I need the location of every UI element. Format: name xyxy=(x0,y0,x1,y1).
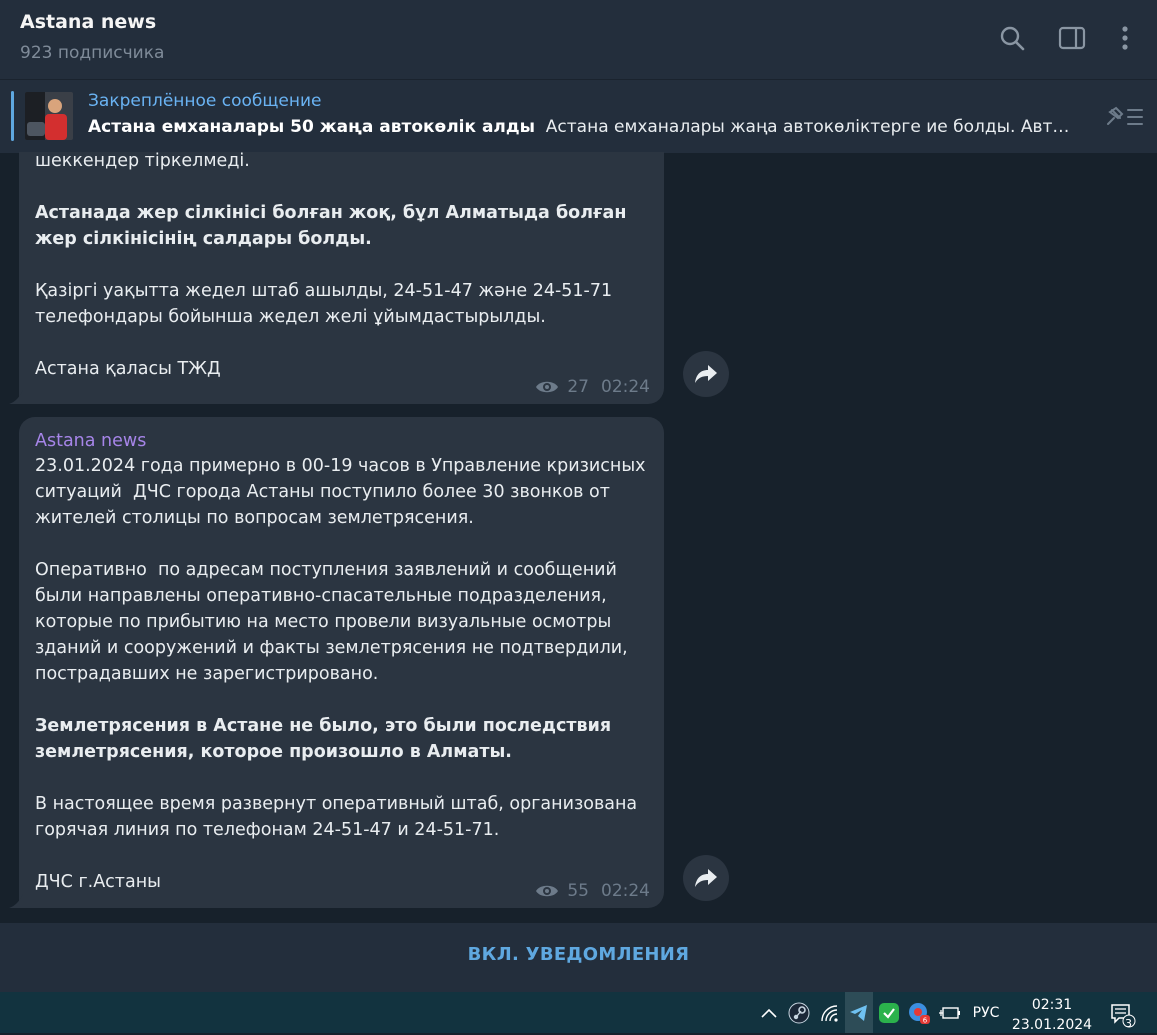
subscriber-count: 923 подписчика xyxy=(20,43,165,63)
message-paragraph: Қазіргі уақытта жедел штаб ашылды, 24-51… xyxy=(35,281,618,327)
steam-icon[interactable] xyxy=(786,992,812,1033)
views-icon xyxy=(536,885,559,897)
search-icon[interactable] xyxy=(996,22,1028,54)
pinned-indicator xyxy=(11,91,14,141)
message-bubble[interactable]: шеккендер тіркелмеді. Астанада жер сілкі… xyxy=(19,152,664,404)
views-icon xyxy=(536,381,559,393)
pinned-label: Закреплённое сообщение xyxy=(88,91,322,111)
yandex-icon[interactable]: 6 xyxy=(906,992,932,1033)
pinned-list-icon[interactable] xyxy=(1102,104,1146,130)
notifications-icon[interactable]: 3 xyxy=(1106,992,1138,1033)
message-paragraph: В настоящее время развернут оперативный … xyxy=(35,794,643,840)
message-paragraph: Оперативно по адресам поступления заявле… xyxy=(35,560,634,684)
enable-notifications-button[interactable]: ВКЛ. УВЕДОМЛЕНИЯ xyxy=(0,944,1157,965)
bubble-tail xyxy=(9,390,23,404)
forward-icon xyxy=(695,869,717,887)
channel-footer: ВКЛ. УВЕДОМЛЕНИЯ xyxy=(0,923,1157,992)
pinned-thumbnail xyxy=(25,92,73,140)
telegram-icon[interactable] xyxy=(845,992,873,1033)
message-text-line: шеккендер тіркелмеді. xyxy=(35,152,250,171)
chat-header[interactable]: Astana news 923 подписчика xyxy=(0,0,1157,79)
chevron-up-icon[interactable] xyxy=(756,992,782,1033)
message-sender[interactable]: Astana news xyxy=(35,429,648,453)
battery-icon[interactable] xyxy=(936,992,962,1033)
pinned-headline: Астана емханалары 50 жаңа автокөлік алды xyxy=(88,117,535,137)
forward-icon xyxy=(695,365,717,383)
bubble-tail xyxy=(9,894,23,908)
wifi-icon[interactable] xyxy=(816,992,844,1033)
pinned-preview: Астана емханалары жаңа автокөліктерге ие… xyxy=(545,117,1078,137)
kaspersky-icon[interactable] xyxy=(876,992,902,1033)
more-menu-icon[interactable] xyxy=(1109,22,1141,54)
sidebar-toggle-icon[interactable] xyxy=(1056,22,1088,54)
message-list[interactable]: шеккендер тіркелмеді. Астанада жер сілкі… xyxy=(0,152,1157,923)
message-paragraph: Астанада жер сілкінісі болған жоқ, бұл А… xyxy=(35,203,633,249)
svg-text:6: 6 xyxy=(923,1016,928,1024)
message-bubble[interactable]: Astana news 23.01.2024 года примерно в 0… xyxy=(19,417,664,908)
windows-taskbar: 6 РУС 02:31 23.01.2024 3 xyxy=(0,992,1157,1033)
pinned-message[interactable]: Закреплённое сообщение Астана емханалары… xyxy=(0,79,1157,153)
message-paragraph: Землетрясения в Астане не было, это были… xyxy=(35,716,618,762)
forward-button[interactable] xyxy=(683,855,729,901)
view-count: 27 xyxy=(567,377,589,397)
message-meta: 27 02:24 xyxy=(535,377,650,397)
message-paragraph: 23.01.2024 года примерно в 00-19 часов в… xyxy=(35,456,652,528)
channel-title[interactable]: Astana news xyxy=(20,11,156,33)
language-indicator[interactable]: РУС xyxy=(968,992,1004,1033)
notification-badge: 3 xyxy=(1125,1017,1132,1030)
view-count: 55 xyxy=(567,881,589,901)
message-time: 02:24 xyxy=(601,881,650,901)
message-meta: 55 02:24 xyxy=(535,881,650,901)
message-time: 02:24 xyxy=(601,377,650,397)
clock-date: 23.01.2024 xyxy=(1011,1017,1093,1033)
clock-time: 02:31 xyxy=(1031,997,1073,1013)
system-clock[interactable]: 02:31 23.01.2024 xyxy=(1010,995,1094,1035)
forward-button[interactable] xyxy=(683,351,729,397)
pinned-text: Астана емханалары 50 жаңа автокөлік алды… xyxy=(88,117,1078,137)
